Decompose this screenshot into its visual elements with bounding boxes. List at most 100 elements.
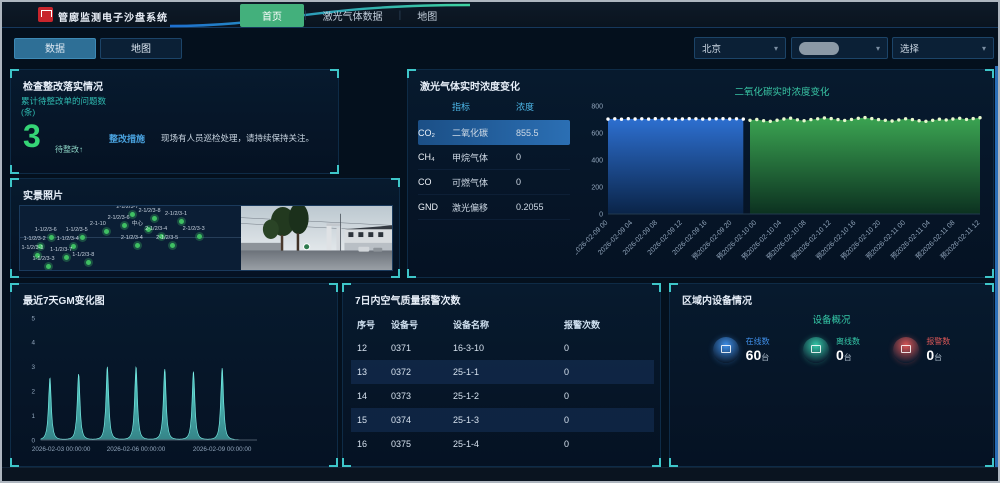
monitoring-point[interactable]: 1-1/2/3-8 <box>86 260 91 265</box>
remediation-link[interactable]: 整改措施 <box>109 132 145 145</box>
map-button[interactable]: 地图 <box>100 38 182 59</box>
svg-text:2: 2 <box>31 389 35 396</box>
tab-laser-gas-data[interactable]: 激光气体数据 <box>307 4 399 27</box>
alarm-cell: 13 <box>357 367 391 377</box>
gas-header-concentration: 浓度 <box>516 100 570 113</box>
alarm-table-row[interactable]: 16037525-1-40 <box>351 432 654 456</box>
region-select[interactable]: 北京 ▾ <box>694 37 786 59</box>
stat-value: 0台 <box>926 347 950 363</box>
svg-text:4: 4 <box>31 340 35 347</box>
monitoring-point-label: 2-1/2/3-4 <box>121 235 143 241</box>
gas-name: 激光偏移 <box>452 201 516 214</box>
svg-text:预2026-02-11 12: 预2026-02-11 12 <box>938 218 981 261</box>
gas-table-row[interactable]: GND激光偏移0.2055 <box>418 195 570 220</box>
monitoring-point[interactable]: 1-1/2/3-7 <box>64 255 69 260</box>
gas-code: GND <box>418 202 452 212</box>
monitoring-point-label: 1-1/2/3-3 <box>32 256 54 262</box>
street-photo <box>241 206 392 270</box>
alarm-cell: 0 <box>564 343 648 353</box>
device-stats: 在线数 60台 离线数 0台 报警数 0台 <box>670 336 993 363</box>
device-stat: 离线数 0台 <box>803 336 860 363</box>
alarm-cell: 0374 <box>391 415 453 425</box>
right-edge-scrollbar[interactable] <box>995 66 998 470</box>
monitoring-point[interactable]: 2-1/2/3-8 <box>152 216 157 221</box>
alarm-cell: 0373 <box>391 391 453 401</box>
gas-table-row[interactable]: CH₄甲烷气体0 <box>418 145 570 170</box>
svg-text:3: 3 <box>31 364 35 371</box>
area-select[interactable]: ▾ <box>791 37 888 59</box>
monitoring-point[interactable]: 1-1/2/3-5 <box>80 235 85 240</box>
pending-issues-suffix: 待整改↑ <box>55 144 83 155</box>
stat-label: 报警数 <box>926 336 950 347</box>
tab-home[interactable]: 首页 <box>240 4 304 27</box>
app-logo-icon <box>38 7 53 22</box>
monitoring-point-label: 1-1/2/3-2 <box>24 236 46 242</box>
alarm-cell: 0371 <box>391 343 453 353</box>
monitoring-point[interactable]: 2-1/2/3-1 <box>179 219 184 224</box>
device-stat: 在线数 60台 <box>713 336 770 363</box>
gas-header-indicator: 指标 <box>452 100 516 113</box>
select-value-pill <box>799 42 839 55</box>
photo-panel: 实景照片 2-1/2/3-72-1/2/3-82-1/2/3-12-1/2/3-… <box>10 178 400 278</box>
monitoring-point-label: 2-1/2/3-8 <box>138 208 160 214</box>
chevron-down-icon: ▾ <box>876 44 880 53</box>
gm-panel-title: 最近7天GM变化图 <box>23 292 105 307</box>
monitoring-points-map[interactable]: 2-1/2/3-72-1/2/3-82-1/2/3-12-1/2/3-6中心2-… <box>20 206 241 270</box>
tab-map[interactable]: 地图 <box>401 4 453 27</box>
alarm-table-row[interactable]: 15037425-1-30 <box>351 408 654 432</box>
monitoring-point-label: 1-1/2/3-4 <box>57 236 79 242</box>
svg-text:5: 5 <box>31 315 35 322</box>
monitoring-point[interactable]: 1-1/2/3-6 <box>49 235 54 240</box>
alarm-cell: 0 <box>564 391 648 401</box>
monitoring-point-label: 2-1/2/3-7 <box>116 206 138 210</box>
dashboard: 管廊监测电子沙盘系统 首页 | 激光气体数据 | 地图 数据 地图 北京 ▾ ▾… <box>0 0 1000 483</box>
alarm-table-row[interactable]: 12037116-3-100 <box>351 336 654 360</box>
top-header: 管廊监测电子沙盘系统 首页 | 激光气体数据 | 地图 <box>2 2 998 28</box>
svg-text:0: 0 <box>31 437 35 444</box>
monitoring-point[interactable]: 2-1/2/3-6 <box>122 223 127 228</box>
device-icon <box>893 337 919 363</box>
device-select[interactable]: 选择 ▾ <box>892 37 994 59</box>
monitoring-point[interactable]: 2-1/2/3-3 <box>197 234 202 239</box>
gas-table-row[interactable]: CO可燃气体0 <box>418 170 570 195</box>
alarm-table-row[interactable]: 14037325-1-20 <box>351 384 654 408</box>
monitoring-point[interactable]: 2-1/2/3-4 <box>135 243 140 248</box>
gas-table-body: CO₂二氧化碳855.5CH₄甲烷气体0CO可燃气体0GND激光偏移0.2055 <box>418 120 570 220</box>
monitoring-point[interactable]: 2-1/2/3-5 <box>170 243 175 248</box>
co2-chart-title: 二氧化碳实时浓度变化 <box>576 84 988 98</box>
monitoring-point-label: 1-1/2/3-5 <box>66 227 88 233</box>
svg-text:2026-02-09 00:00:00: 2026-02-09 00:00:00 <box>193 446 252 453</box>
svg-text:1: 1 <box>31 413 35 420</box>
alarm-cell: 0 <box>564 439 648 449</box>
monitoring-point[interactable]: 2-1/2/3-7 <box>130 212 135 217</box>
svg-text:600: 600 <box>591 131 603 138</box>
laser-gas-panel: 激光气体实时浓度变化 指标 浓度 CO₂二氧化碳855.5CH₄甲烷气体0CO可… <box>407 69 994 278</box>
monitoring-point[interactable]: 1-1/2/3-3 <box>46 264 51 269</box>
co2-chart: 02004006008002026-02-09 002026-02-09 042… <box>576 98 988 274</box>
device-icon <box>713 337 739 363</box>
monitoring-point-label: 2-1/2/3-1 <box>165 211 187 217</box>
alarm-table-header: 序号 设备号 设备名称 报警次数 <box>351 312 654 336</box>
gm-panel: 最近7天GM变化图 0123452026-02-03 00:00:002026-… <box>10 283 338 467</box>
data-button[interactable]: 数据 <box>14 38 96 59</box>
monitoring-point-label: 2-1/2/3-3 <box>183 226 205 232</box>
chevron-down-icon: ▾ <box>774 44 778 53</box>
photo-content: 2-1/2/3-72-1/2/3-82-1/2/3-12-1/2/3-6中心2-… <box>19 205 393 271</box>
monitoring-point-label: 1-1/2/3-8 <box>72 252 94 258</box>
device-icon <box>803 337 829 363</box>
device-stat: 报警数 0台 <box>893 336 950 363</box>
alarm-table-row[interactable]: 13037225-1-10 <box>351 360 654 384</box>
monitoring-point-label: 1-1/2/3-7 <box>50 247 72 253</box>
devices-subtitle: 设备概况 <box>670 312 993 326</box>
gas-table-header: 指标 浓度 <box>418 98 570 120</box>
gas-value: 0 <box>516 177 570 187</box>
stat-label: 在线数 <box>746 336 770 347</box>
alarm-table-title: 7日内空气质量报警次数 <box>355 292 461 307</box>
stat-label: 离线数 <box>836 336 860 347</box>
alarm-table: 序号 设备号 设备名称 报警次数 12037116-3-10013037225-… <box>351 312 654 456</box>
photo-panel-title: 实景照片 <box>23 187 63 202</box>
stat-value: 60台 <box>746 347 770 363</box>
monitoring-point[interactable]: 2-1-10 <box>104 229 109 234</box>
gas-table-row[interactable]: CO₂二氧化碳855.5 <box>418 120 570 145</box>
gas-value: 0 <box>516 152 570 162</box>
